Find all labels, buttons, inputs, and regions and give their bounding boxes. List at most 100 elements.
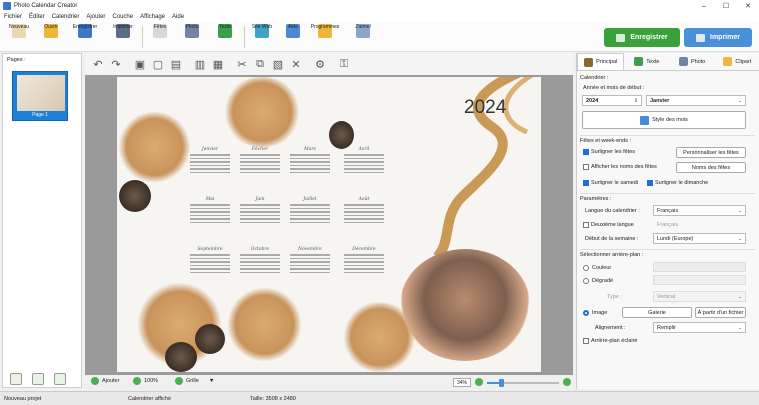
programs-button[interactable]: Programmes: [308, 24, 342, 51]
bring-front-icon[interactable]: ▣: [133, 57, 147, 71]
radio-unselected[interactable]: [583, 265, 589, 271]
holiday-names-button[interactable]: Noms des fêtes: [676, 162, 746, 173]
tab-texte[interactable]: Texte: [624, 53, 669, 70]
type-label: Type :: [607, 294, 622, 300]
cut-icon[interactable]: ✂: [235, 57, 249, 71]
paste-icon[interactable]: ▧: [271, 57, 285, 71]
like-button[interactable]: J'aime!: [346, 24, 380, 51]
zoom-out-icon[interactable]: [475, 378, 483, 386]
highlight-sunday-checkbox[interactable]: Surligner le dimanche: [647, 180, 708, 186]
minimize-button[interactable]: –: [693, 0, 715, 12]
gallery-button[interactable]: Galerie: [622, 307, 692, 318]
week-start-select[interactable]: Lundi (Europe) ⌄: [653, 233, 746, 244]
zoom-in-icon[interactable]: [563, 378, 571, 386]
menu-affichage[interactable]: Affichage: [140, 14, 165, 20]
text-button[interactable]: Texte: [208, 24, 242, 51]
tab-clipart[interactable]: Clipart: [715, 53, 759, 70]
checkbox-checked[interactable]: [647, 180, 653, 186]
radio-unselected[interactable]: [583, 278, 589, 284]
second-language-checkbox[interactable]: Deuxième langue: [583, 222, 634, 228]
highlight-sunday-label: Surligner le dimanche: [655, 180, 709, 186]
checkbox-checked[interactable]: [583, 180, 589, 186]
customize-holidays-button[interactable]: Personnaliser les fêtes: [676, 147, 746, 158]
canvas-area[interactable]: 2024 Janvier Février Mars Avril Mai Juin…: [85, 75, 573, 375]
type-select[interactable]: Vertical ⌄: [653, 291, 746, 302]
month-select[interactable]: Janvier ⌄: [646, 95, 746, 106]
stepper-icon[interactable]: ⇕: [634, 98, 638, 104]
new-button[interactable]: Nouveau: [2, 24, 36, 51]
zoom-slider[interactable]: [487, 379, 559, 387]
menu-calendrier[interactable]: Calendrier: [52, 14, 80, 20]
radio-selected[interactable]: [583, 310, 589, 316]
gradient-radio[interactable]: Dégradé: [583, 278, 613, 284]
checkbox-unchecked[interactable]: [583, 164, 589, 170]
print-button[interactable]: Imprimer: [684, 28, 752, 47]
menu-aide[interactable]: Aide: [172, 14, 184, 20]
checkbox-checked[interactable]: [583, 149, 589, 155]
tab-principal[interactable]: Principal: [577, 53, 625, 70]
family-photo[interactable]: [400, 249, 530, 361]
toolbar-print-button[interactable]: Imprimer: [106, 24, 140, 51]
month-block: Octobre: [237, 247, 283, 273]
redo-icon[interactable]: ↷: [109, 57, 123, 71]
duplicate-page-icon[interactable]: [32, 373, 44, 385]
show-holiday-names-checkbox[interactable]: Afficher les noms des fêtes: [583, 164, 657, 170]
close-button[interactable]: ✕: [737, 0, 759, 12]
align-icon[interactable]: ▥: [193, 57, 207, 71]
menu-fichier[interactable]: Fichier: [4, 14, 22, 20]
color-radio[interactable]: Couleur: [583, 265, 611, 271]
checkbox-unchecked[interactable]: [583, 338, 589, 344]
window-title: Photo Calendar Creator: [14, 3, 78, 9]
color-picker[interactable]: [653, 262, 746, 272]
website-button[interactable]: Site Web: [245, 24, 279, 51]
undo-icon[interactable]: ↶: [91, 57, 105, 71]
programs-button-label: Programmes: [310, 24, 340, 30]
tab-photo[interactable]: Photo: [670, 53, 715, 70]
month-block: Novembre: [287, 247, 333, 273]
menu-ajouter[interactable]: Ajouter: [86, 14, 105, 20]
menu-editer[interactable]: Éditer: [29, 14, 45, 20]
language-value: Français: [657, 207, 679, 214]
checkbox-unchecked[interactable]: [583, 222, 589, 228]
save-button[interactable]: Enregistrer: [604, 28, 680, 47]
add-page-icon[interactable]: [10, 373, 22, 385]
properties-icon[interactable]: ⚙: [313, 57, 327, 71]
page-thumbnail-image: [17, 75, 65, 111]
photo-button[interactable]: Photo: [175, 24, 209, 51]
menu-couche[interactable]: Couche: [112, 14, 133, 20]
delete-icon[interactable]: ✕: [289, 57, 303, 71]
zoom-value-field[interactable]: 34%: [453, 378, 471, 387]
calendar-page[interactable]: 2024 Janvier Février Mars Avril Mai Juin…: [117, 77, 541, 372]
image-radio[interactable]: Image: [583, 310, 607, 316]
from-file-button[interactable]: À partir d'un fichier: [695, 307, 746, 318]
distribute-icon[interactable]: ▦: [211, 57, 225, 71]
page-thumbnail[interactable]: Page 1: [12, 71, 68, 121]
gradient-picker[interactable]: [653, 275, 746, 285]
open-button[interactable]: Ouvrir: [34, 24, 68, 51]
layer-icon[interactable]: ▤: [169, 57, 183, 71]
lighten-background-checkbox[interactable]: Arrière-plan éclairé: [583, 338, 637, 344]
grid-control[interactable]: Grille ▼: [175, 377, 214, 385]
delete-page-icon[interactable]: [54, 373, 66, 385]
zoom-100-control[interactable]: 100%: [133, 377, 158, 385]
highlight-saturday-checkbox[interactable]: Surligner le samedi: [583, 180, 638, 186]
lock-icon[interactable]: ⚿: [337, 57, 351, 71]
maximize-button[interactable]: ☐: [715, 0, 737, 12]
help-button[interactable]: Aide: [276, 24, 310, 51]
month-name: Juin: [255, 197, 265, 202]
toolbar-save-button[interactable]: Enregistrer: [68, 24, 102, 51]
send-back-icon[interactable]: ▢: [151, 57, 165, 71]
zoom-slider-thumb[interactable]: [499, 379, 505, 387]
holidays-button[interactable]: Fêtes: [143, 24, 177, 51]
add-control[interactable]: Ajouter: [91, 377, 119, 385]
language-select[interactable]: Français ⌄: [653, 205, 746, 216]
chevron-down-icon[interactable]: ▼: [209, 378, 214, 384]
pinecone-image: [165, 342, 197, 372]
copy-icon[interactable]: ⧉: [253, 57, 267, 71]
like-button-label: J'aime!: [355, 24, 371, 30]
alignment-select[interactable]: Remplir ⌄: [653, 322, 746, 333]
month-name: Septembre: [197, 247, 223, 252]
highlight-holidays-checkbox[interactable]: Surligner les fêtes: [583, 149, 635, 155]
month-style-button[interactable]: Style des mois: [582, 111, 746, 129]
year-stepper[interactable]: 2024 ⇕: [582, 95, 642, 106]
